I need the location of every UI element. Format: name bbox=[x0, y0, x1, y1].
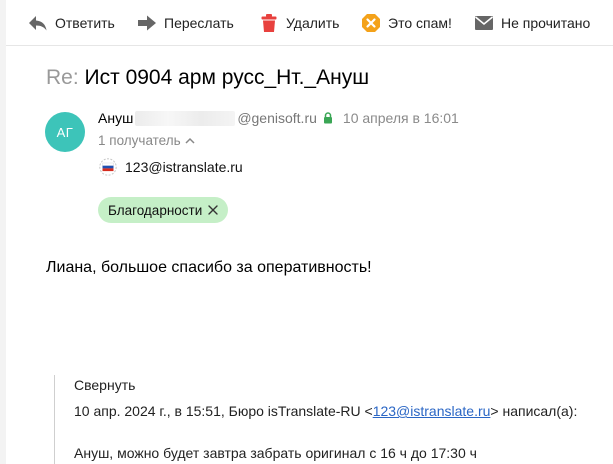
delete-label: Удалить bbox=[286, 15, 340, 31]
recipients-toggle[interactable]: 1 получатель bbox=[98, 133, 195, 148]
forward-button[interactable]: Переслать bbox=[137, 10, 234, 36]
quote-text: Ануш, можно будет завтра забрать оригина… bbox=[74, 445, 477, 461]
quote-email-link[interactable]: 123@istranslate.ru bbox=[373, 403, 491, 419]
reply-label: Ответить bbox=[55, 15, 115, 31]
reply-button[interactable]: Ответить bbox=[28, 10, 115, 36]
mail-viewer: Ответить Переслать Удалить Это спам! Не … bbox=[6, 0, 613, 464]
message-date: 10 апреля в 16:01 bbox=[342, 110, 459, 126]
sender-name[interactable]: Ануш bbox=[98, 110, 133, 126]
envelope-icon bbox=[474, 13, 494, 33]
subject-prefix: Re: bbox=[46, 66, 79, 89]
quoted-message: Свернуть 10 апр. 2024 г., в 15:51, Бюро … bbox=[54, 375, 613, 464]
recipient-email: 123@istranslate.ru bbox=[125, 159, 243, 175]
sender-avatar[interactable]: АГ bbox=[45, 112, 85, 152]
quote-header: 10 апр. 2024 г., в 15:51, Бюро isTransla… bbox=[74, 403, 577, 419]
collapse-quote-button[interactable]: Свернуть bbox=[74, 377, 135, 393]
tag-label: Благодарности bbox=[108, 202, 203, 218]
quote-header-prefix: 10 апр. 2024 г., в 15:51, Бюро isTransla… bbox=[74, 403, 373, 419]
sender-line: Ануш @genisoft.ru 10 апреля в 16:01 bbox=[98, 110, 459, 126]
label-tag[interactable]: Благодарности bbox=[98, 197, 229, 223]
sender-domain[interactable]: @genisoft.ru bbox=[237, 110, 317, 126]
avatar-initials: АГ bbox=[56, 124, 74, 140]
sender-redacted bbox=[135, 110, 236, 126]
unread-label: Не прочитано bbox=[501, 15, 591, 31]
lock-icon bbox=[323, 112, 333, 124]
forward-label: Переслать bbox=[164, 15, 234, 31]
delete-button[interactable]: Удалить bbox=[259, 10, 339, 36]
forward-arrow-icon bbox=[137, 13, 157, 33]
message-subject: Re: Ист 0904 арм русс_Нт._Ануш bbox=[46, 66, 369, 90]
message-toolbar: Ответить Переслать Удалить Это спам! Не … bbox=[6, 0, 613, 46]
subject-text: Ист 0904 арм русс_Нт._Ануш bbox=[84, 66, 370, 89]
spam-warning-icon bbox=[361, 13, 381, 33]
spam-button[interactable]: Это спам! bbox=[361, 10, 452, 36]
recipients-count-label: 1 получатель bbox=[98, 133, 181, 148]
trash-icon bbox=[259, 13, 279, 33]
close-icon[interactable] bbox=[208, 205, 218, 215]
mark-unread-button[interactable]: Не прочитано bbox=[474, 10, 590, 36]
russia-flag-icon bbox=[99, 158, 117, 176]
quote-header-suffix: > написал(а): bbox=[490, 403, 578, 419]
chevron-up-icon bbox=[185, 137, 195, 144]
reply-arrow-icon bbox=[28, 13, 48, 33]
message-body: Лиана, большое спасибо за оперативность! bbox=[46, 259, 372, 276]
spam-label: Это спам! bbox=[388, 15, 452, 31]
recipient-item[interactable]: 123@istranslate.ru bbox=[99, 158, 243, 176]
